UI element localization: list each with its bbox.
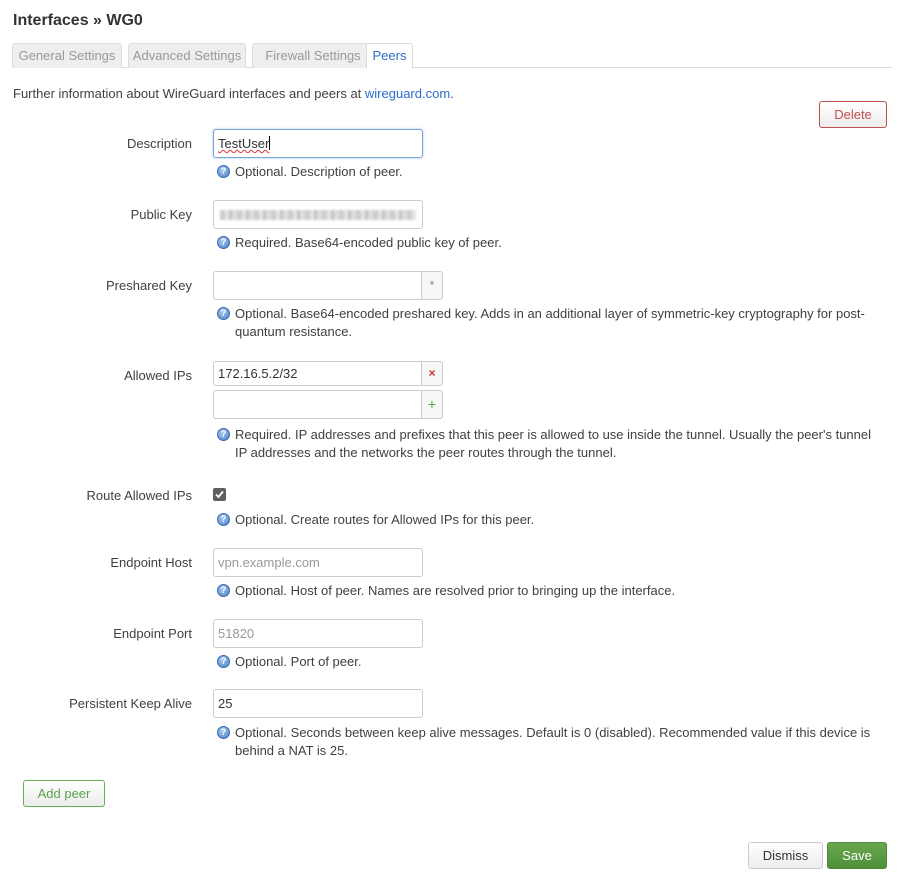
public-key-label: Public Key — [130, 207, 192, 222]
description-help-text: Optional. Description of peer. — [235, 164, 403, 179]
route-allowed-ips-checkbox[interactable] — [213, 488, 226, 501]
preshared-key-help: ? Optional. Base64-encoded preshared key… — [217, 305, 877, 341]
description-value: TestUser — [218, 136, 270, 151]
endpoint-host-input[interactable]: vpn.example.com — [213, 548, 423, 577]
tab-peers[interactable]: Peers — [366, 43, 413, 69]
help-icon: ? — [217, 584, 230, 597]
allowed-ip-input[interactable]: 172.16.5.2/32 — [213, 361, 422, 386]
description-input[interactable]: TestUser — [213, 129, 423, 158]
route-allowed-ips-label: Route Allowed IPs — [86, 488, 192, 503]
help-icon: ? — [217, 165, 230, 178]
persistent-keepalive-label: Persistent Keep Alive — [69, 696, 192, 711]
help-icon: ? — [217, 236, 230, 249]
dismiss-button[interactable]: Dismiss — [748, 842, 823, 869]
info-text-prefix: Further information about WireGuard inte… — [13, 86, 365, 101]
endpoint-host-label: Endpoint Host — [110, 555, 192, 570]
public-key-redacted-value — [220, 210, 416, 220]
endpoint-port-help-text: Optional. Port of peer. — [235, 654, 362, 669]
new-allowed-ip-input[interactable] — [213, 390, 422, 419]
endpoint-port-label: Endpoint Port — [113, 626, 192, 641]
wireguard-link[interactable]: wireguard.com — [365, 86, 450, 101]
public-key-help-text: Required. Base64-encoded public key of p… — [235, 235, 502, 250]
persistent-keepalive-input[interactable]: 25 — [213, 689, 423, 718]
tab-bar: General Settings Advanced Settings Firew… — [12, 43, 892, 69]
add-ip-button[interactable]: + — [421, 390, 443, 419]
endpoint-host-help-text: Optional. Host of peer. Names are resolv… — [235, 583, 676, 598]
text-caret — [269, 136, 271, 150]
remove-ip-button[interactable]: × — [421, 361, 443, 386]
delete-button[interactable]: Delete — [819, 101, 887, 128]
help-icon: ? — [217, 513, 230, 526]
info-text-suffix: . — [450, 86, 454, 101]
route-allowed-ips-help-text: Optional. Create routes for Allowed IPs … — [235, 512, 535, 527]
info-text: Further information about WireGuard inte… — [13, 86, 454, 101]
endpoint-port-input[interactable]: 51820 — [213, 619, 423, 648]
description-help: ? Optional. Description of peer. — [217, 163, 877, 181]
help-icon: ? — [217, 726, 230, 739]
allowed-ips-label: Allowed IPs — [124, 368, 192, 383]
help-icon: ? — [217, 655, 230, 668]
description-label: Description — [126, 136, 192, 151]
allowed-ips-help: ? Required. IP addresses and prefixes th… — [217, 426, 877, 462]
public-key-help: ? Required. Base64-encoded public key of… — [217, 234, 877, 252]
tab-firewall-settings[interactable]: Firewall Settings — [252, 43, 374, 68]
persistent-keepalive-help-text: Optional. Seconds between keep alive mes… — [235, 725, 871, 758]
help-icon: ? — [217, 428, 230, 441]
tab-advanced-settings[interactable]: Advanced Settings — [128, 43, 246, 68]
persistent-keepalive-help: ? Optional. Seconds between keep alive m… — [217, 724, 877, 760]
endpoint-port-help: ? Optional. Port of peer. — [217, 653, 877, 671]
endpoint-host-help: ? Optional. Host of peer. Names are reso… — [217, 582, 877, 600]
save-button[interactable]: Save — [827, 842, 887, 869]
help-icon: ? — [217, 307, 230, 320]
preshared-key-label: Preshared Key — [106, 278, 192, 293]
tab-general-settings[interactable]: General Settings — [12, 43, 122, 68]
preshared-key-input[interactable] — [213, 271, 422, 300]
reveal-key-button[interactable]: * — [421, 271, 443, 300]
route-allowed-ips-help: ? Optional. Create routes for Allowed IP… — [217, 511, 877, 529]
preshared-key-help-text: Optional. Base64-encoded preshared key. … — [235, 306, 865, 339]
checkmark-icon — [215, 490, 224, 499]
public-key-input[interactable] — [213, 200, 423, 229]
page-title: Interfaces » WG0 — [13, 12, 143, 29]
add-peer-button[interactable]: Add peer — [23, 780, 105, 807]
allowed-ips-help-text: Required. IP addresses and prefixes that… — [235, 427, 872, 460]
